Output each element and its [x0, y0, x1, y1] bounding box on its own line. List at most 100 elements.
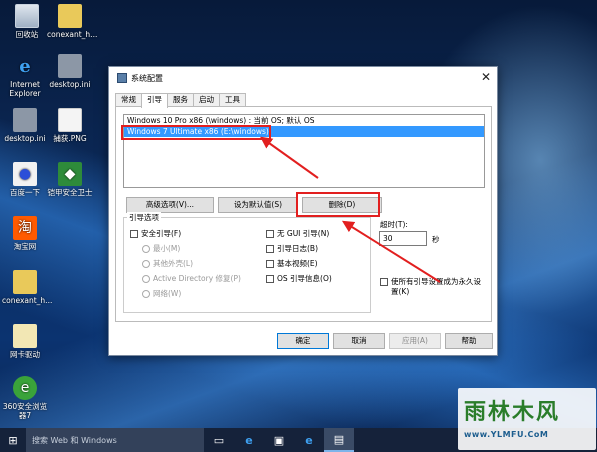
- base-video-checkbox[interactable]: 基本视频(E): [266, 258, 318, 269]
- close-icon[interactable]: ✕: [481, 70, 491, 84]
- checkbox-label: 引导日志(B): [277, 244, 318, 253]
- checkbox-label: OS 引导信息(O): [277, 274, 332, 283]
- boot-options-label: 引导选项: [127, 212, 161, 223]
- make-permanent-checkbox[interactable]: 使所有引导设置成为永久设置(K): [380, 277, 488, 297]
- desktop-icon-taobao[interactable]: 淘 淘宝网: [2, 216, 48, 251]
- folder-icon: [58, 4, 82, 28]
- cancel-button[interactable]: 取消: [333, 333, 385, 349]
- desktop-icon-recycle-bin[interactable]: 回收站: [4, 4, 50, 39]
- desktop-icon-capture-png[interactable]: 捕获.PNG: [47, 108, 93, 143]
- radio-circle: [142, 259, 150, 268]
- radio-circle: [142, 289, 150, 298]
- apply-button[interactable]: 应用(A): [389, 333, 441, 349]
- recycle-bin-icon: [15, 4, 39, 28]
- msconfig-app-icon: [117, 73, 127, 83]
- checkbox-box: [130, 229, 138, 238]
- radio-label: 网络(W): [153, 289, 182, 298]
- ie-icon: e: [19, 55, 31, 77]
- no-gui-boot-checkbox[interactable]: 无 GUI 引导(N): [266, 228, 329, 239]
- minimal-radio[interactable]: 最小(M): [142, 243, 180, 254]
- desktop-icon-label: 百度一下: [10, 188, 40, 197]
- start-button[interactable]: ⊞: [0, 428, 26, 452]
- desktop-icon-360-browser[interactable]: e 360安全浏览器7: [2, 376, 48, 420]
- shield-app-icon: ◆: [58, 162, 82, 186]
- set-default-button[interactable]: 设为默认值(S): [218, 197, 298, 213]
- checkbox-label: 使所有引导设置成为永久设置(K): [391, 277, 481, 296]
- ie-taskbar-icon[interactable]: e: [294, 428, 324, 452]
- boot-options-group: 引导选项 安全引导(F) 最小(M) 其他外壳(L) Active Direct…: [123, 212, 371, 313]
- desktop-icon-label: 网卡驱动: [10, 350, 40, 359]
- boot-log-checkbox[interactable]: 引导日志(B): [266, 243, 318, 254]
- dialog-title: 系统配置: [131, 73, 163, 83]
- checkbox-box: [380, 278, 388, 286]
- desktop-icon-desktop-ini[interactable]: desktop.ini: [2, 108, 48, 143]
- desktop-icon-conexant-folder[interactable]: conexant_h...: [2, 270, 52, 305]
- dialog-titlebar[interactable]: 系统配置 ✕: [109, 67, 497, 89]
- active-directory-repair-radio[interactable]: Active Directory 修复(P): [142, 273, 241, 284]
- tab-boot[interactable]: 引导: [141, 93, 168, 108]
- checkbox-box: [266, 259, 274, 268]
- file-icon: [13, 324, 37, 348]
- radio-label: 最小(M): [153, 244, 181, 253]
- checkbox-label: 基本视频(E): [277, 259, 318, 268]
- baidu-icon: ●: [13, 162, 37, 186]
- checkbox-box: [266, 274, 274, 283]
- tab-tools[interactable]: 工具: [219, 93, 246, 107]
- radio-label: 其他外壳(L): [153, 259, 194, 268]
- png-file-icon: [58, 108, 82, 132]
- help-button[interactable]: 帮助: [445, 333, 493, 349]
- desktop-icon-label: 捕获.PNG: [53, 134, 87, 143]
- msconfig-taskbar-icon[interactable]: ▤: [324, 428, 354, 452]
- taskbar-search-box[interactable]: 搜索 Web 和 Windows: [26, 428, 204, 452]
- desktop-icon-conexant-folder[interactable]: conexant_h...: [47, 4, 97, 39]
- alternate-shell-radio[interactable]: 其他外壳(L): [142, 258, 193, 269]
- checkbox-label: 无 GUI 引导(N): [277, 229, 330, 238]
- desktop-icon-internet-explorer[interactable]: e Internet Explorer: [2, 54, 48, 98]
- watermark-url: www.YLMFU.CoM: [464, 430, 549, 439]
- timeout-label: 超时(T):: [380, 220, 408, 229]
- network-radio[interactable]: 网络(W): [142, 288, 181, 299]
- timeout-unit: 秒: [432, 235, 440, 244]
- store-icon[interactable]: ▣: [264, 428, 294, 452]
- task-view-icon[interactable]: ▭: [204, 428, 234, 452]
- checkbox-box: [266, 229, 274, 238]
- highlight-box-delete-button: [296, 192, 380, 217]
- advanced-options-button[interactable]: 高级选项(V)...: [126, 197, 214, 213]
- os-boot-info-checkbox[interactable]: OS 引导信息(O): [266, 273, 332, 284]
- timeout-input[interactable]: 30: [379, 231, 427, 246]
- desktop-icon-label: 铠甲安全卫士: [47, 188, 93, 197]
- desktop-icon-label: 回收站: [15, 30, 39, 39]
- desktop-icon-label: desktop.ini: [49, 80, 91, 89]
- taobao-icon: 淘: [13, 216, 37, 240]
- boot-tab-panel: Windows 10 Pro x86 (\windows) : 当前 OS; 默…: [115, 106, 492, 322]
- folder-icon: [13, 270, 37, 294]
- desktop-icon-label: desktop.ini: [4, 134, 46, 143]
- safe-boot-checkbox[interactable]: 安全引导(F): [130, 228, 181, 239]
- desktop-icon-label: 360安全浏览器7: [2, 402, 48, 420]
- radio-label: Active Directory 修复(P): [153, 274, 241, 283]
- desktop-icon-baidu[interactable]: ● 百度一下: [2, 162, 48, 197]
- radio-circle: [142, 274, 150, 283]
- watermark-logo: 雨林木风 www.YLMFU.CoM: [458, 388, 596, 450]
- desktop-icon-network-driver[interactable]: 网卡驱动: [2, 324, 48, 359]
- tab-services[interactable]: 服务: [167, 93, 194, 107]
- checkbox-box: [266, 244, 274, 253]
- ok-button[interactable]: 确定: [277, 333, 329, 349]
- desktop-icon-label: conexant_h...: [47, 30, 98, 39]
- watermark-title: 雨林木风: [464, 399, 561, 425]
- system-config-dialog: 系统配置 ✕ 常规 引导 服务 启动 工具 Windows 10 Pro x86…: [108, 66, 498, 356]
- ini-file-icon: [13, 108, 37, 132]
- desktop-icon-label: conexant_h...: [2, 296, 53, 305]
- highlight-box-os-entry: [121, 125, 271, 140]
- desktop-icon-desktop-ini[interactable]: desktop.ini: [47, 54, 93, 89]
- ini-file-icon: [58, 54, 82, 78]
- desktop-icon-label: Internet Explorer: [9, 80, 41, 98]
- tab-general[interactable]: 常规: [115, 93, 142, 107]
- 360-browser-icon: e: [13, 376, 37, 400]
- desktop-icon-shield-app[interactable]: ◆ 铠甲安全卫士: [47, 162, 93, 197]
- edge-icon[interactable]: e: [234, 428, 264, 452]
- tab-strip: 常规 引导 服务 启动 工具: [115, 93, 246, 108]
- desktop-icon-label: 淘宝网: [13, 242, 37, 251]
- tab-startup[interactable]: 启动: [193, 93, 220, 107]
- radio-circle: [142, 244, 150, 253]
